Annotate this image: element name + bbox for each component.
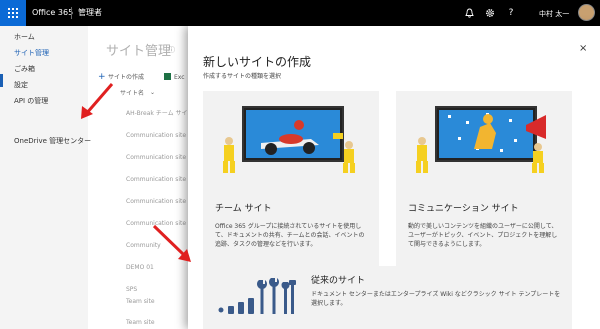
nav-item-onedrive-admin[interactable]: OneDrive 管理センター (14, 136, 91, 146)
table-row[interactable]: SPS (126, 286, 137, 294)
export-button[interactable]: Exc (174, 74, 185, 82)
app-name[interactable]: Office 365 (32, 7, 73, 19)
excel-icon (164, 73, 171, 80)
site-management-page: サイト管理 ⓘ + サイトの作成 Exc サイト名 ⌄ AH-Break チーム… (88, 26, 194, 329)
team-site-illustration (223, 106, 355, 173)
team-site-title: チーム サイト (215, 204, 272, 214)
left-navigation: ホーム サイト管理 ごみ箱 設定 API の管理 OneDrive 管理センター (0, 26, 91, 329)
annotation-arrow (81, 83, 114, 119)
column-header-site-name[interactable]: サイト名 (120, 90, 144, 98)
table-row[interactable]: Communication site (126, 132, 186, 140)
table-row[interactable]: Communication site (126, 154, 186, 162)
panel-title: 新しいサイトの作成 (203, 55, 312, 69)
close-icon[interactable]: × (579, 43, 587, 54)
gear-icon[interactable] (483, 5, 497, 21)
table-row[interactable]: Team site (126, 319, 155, 327)
panel-subtitle: 作成するサイトの種類を選択 (203, 73, 282, 80)
classic-site-description: ドキュメント センターまたはエンタープライズ Wiki などクラシック サイト … (311, 291, 561, 307)
nav-item-settings[interactable]: 設定 (14, 80, 28, 90)
table-row[interactable]: Communication site (126, 176, 186, 184)
classic-site-title: 従来のサイト (311, 276, 366, 286)
communication-site-description: 動的で美しいコンテンツを組織のユーザーに公開して、ユーザーがトピック、イベント、… (408, 223, 558, 248)
info-icon[interactable]: ⓘ (168, 46, 175, 54)
table-row[interactable]: Communication site (126, 198, 186, 206)
help-icon[interactable]: ? (504, 5, 518, 21)
active-indicator (0, 74, 3, 87)
annotation-arrow (152, 224, 191, 262)
nav-item-home[interactable]: ホーム (14, 32, 35, 42)
page-title: サイト管理 (106, 44, 172, 59)
team-site-description: Office 365 グループに接続されているサイトを使用して、ドキュメントの共… (215, 223, 365, 248)
chevron-down-icon[interactable]: ⌄ (150, 89, 155, 97)
team-site-card[interactable]: チーム サイト Office 365 グループに接続されているサイトを使用して、… (203, 91, 379, 266)
communication-site-title: コミュニケーション サイト (408, 204, 519, 214)
nav-item-site-management[interactable]: サイト管理 (14, 48, 49, 58)
communication-site-illustration (416, 106, 546, 173)
tools-icon (218, 278, 296, 314)
communication-site-card[interactable]: コミュニケーション サイト 動的で美しいコンテンツを組織のユーザーに公開して、ユ… (396, 91, 572, 266)
nav-item-recycle-bin[interactable]: ごみ箱 (14, 64, 35, 74)
top-bar: Office 365 管理者 ? 中村 太一 (0, 0, 600, 26)
app-launcher-icon[interactable] (0, 0, 26, 26)
topbar-divider (71, 7, 72, 19)
user-name[interactable]: 中村 太一 (539, 8, 569, 20)
classic-site-card[interactable]: 従来のサイト ドキュメント センターまたはエンタープライズ Wiki などクラシ… (203, 266, 572, 329)
create-site-panel: × 新しいサイトの作成 作成するサイトの種類を選択 チーム サイト Office… (188, 26, 600, 329)
table-row[interactable]: Team site (126, 298, 155, 306)
avatar[interactable] (578, 4, 595, 21)
bell-icon[interactable] (462, 5, 476, 21)
nav-item-api-management[interactable]: API の管理 (14, 96, 48, 106)
table-row[interactable]: AH-Break チーム サイト (126, 110, 194, 118)
admin-label: 管理者 (78, 8, 102, 17)
